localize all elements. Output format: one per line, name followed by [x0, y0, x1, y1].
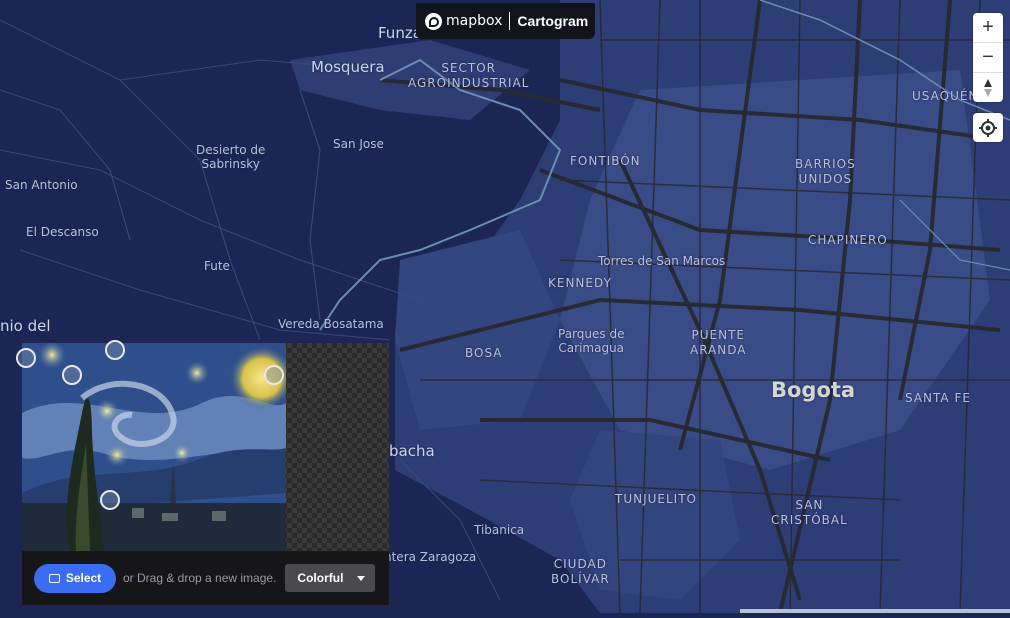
label-ciudad-bolivar: CIUDAD BOLÍVAR — [551, 557, 610, 587]
image-icon — [48, 573, 60, 583]
label-vereda-zaragoza: ntera Zaragoza — [384, 550, 477, 564]
control-point-handle[interactable] — [16, 348, 36, 368]
label-el-descanso: El Descanso — [26, 225, 99, 239]
label-line: Sabrinsky — [201, 157, 260, 171]
label-line: BARRIOS — [795, 157, 856, 171]
label-line: AGROINDUSTRIAL — [408, 76, 530, 90]
select-image-button[interactable]: Select — [34, 563, 116, 593]
geolocate-button[interactable] — [973, 113, 1003, 142]
label-parques-carimagua: Parques de Carimagua — [558, 327, 624, 355]
zoom-control: + − — [973, 13, 1003, 102]
label-barrios-unidos: BARRIOS UNIDOS — [795, 157, 856, 187]
control-point-handle[interactable] — [100, 490, 120, 510]
chevron-down-icon — [357, 575, 366, 581]
mapbox-logo-icon — [425, 12, 442, 30]
label-bacha: bacha — [389, 442, 435, 460]
label-torres-san-marcos: Torres de San Marcos — [598, 254, 726, 268]
image-panel: Select or Drag & drop a new image. Color… — [16, 340, 389, 605]
label-desierto-sabrinsky: Desierto de Sabrinsky — [196, 143, 265, 171]
label-line: Parques de — [558, 327, 625, 341]
label-line: SAN — [795, 498, 824, 512]
label-line: Carimagua — [558, 341, 625, 355]
label-mosquera: Mosquera — [311, 58, 385, 76]
label-line: ARANDA — [690, 343, 747, 357]
control-point-handle[interactable] — [105, 340, 125, 360]
brand-divider — [509, 12, 511, 30]
app-title: Cartogram — [517, 13, 589, 29]
style-dropdown[interactable]: Colorful — [285, 564, 376, 592]
label-vereda-bosatama: Vereda Bosatama — [278, 317, 384, 331]
label-line: CIUDAD — [553, 557, 607, 571]
panel-toolbar: Select or Drag & drop a new image. Color… — [22, 551, 389, 605]
style-dropdown-value: Colorful — [297, 571, 344, 585]
label-tibanica: Tibanica — [474, 523, 525, 537]
zoom-in-button[interactable]: + — [973, 13, 1003, 43]
label-san-jose: San Jose — [333, 137, 384, 151]
label-line: SECTOR — [441, 61, 497, 75]
crosshair-icon — [979, 118, 997, 137]
label-puente-aranda: PUENTE ARANDA — [690, 328, 746, 358]
label-line: UNIDOS — [798, 172, 853, 186]
label-chapinero: CHAPINERO — [808, 233, 888, 247]
label-fute: Fute — [204, 259, 230, 273]
label-kennedy: KENNEDY — [548, 276, 612, 290]
label-line: Desierto de — [196, 143, 266, 157]
geolocate-control — [973, 113, 1003, 142]
label-nio-del: nio del — [0, 317, 51, 335]
compass-button[interactable] — [973, 73, 1003, 102]
control-point-handle[interactable] — [62, 365, 82, 385]
label-fontibon: FONTIBÓN — [570, 154, 641, 168]
compass-icon — [984, 78, 992, 97]
image-drop-area[interactable] — [16, 340, 389, 551]
label-bosa: BOSA — [465, 346, 503, 360]
brand-provider: mapbox — [446, 13, 503, 29]
zoom-out-button[interactable]: − — [973, 43, 1003, 73]
label-bogota: Bogota — [771, 378, 856, 402]
brand-header: mapbox Cartogram — [416, 3, 595, 39]
label-line: CRISTÓBAL — [771, 513, 848, 527]
label-sector-agroindustrial: SECTOR AGROINDUSTRIAL — [408, 61, 529, 91]
label-line: PUENTE — [691, 328, 745, 342]
label-san-antonio: San Antonio — [5, 178, 78, 192]
label-tunjuelito: TUNJUELITO — [615, 492, 697, 506]
control-point-handle[interactable] — [264, 365, 284, 385]
label-santa-fe: SANTA FE — [905, 391, 971, 405]
label-san-cristobal: SAN CRISTÓBAL — [771, 498, 848, 528]
select-button-label: Select — [65, 571, 102, 585]
label-line: BOLÍVAR — [551, 572, 610, 586]
drop-hint: or Drag & drop a new image. — [123, 571, 277, 585]
label-usaquen: USAQUÉN — [912, 89, 979, 103]
